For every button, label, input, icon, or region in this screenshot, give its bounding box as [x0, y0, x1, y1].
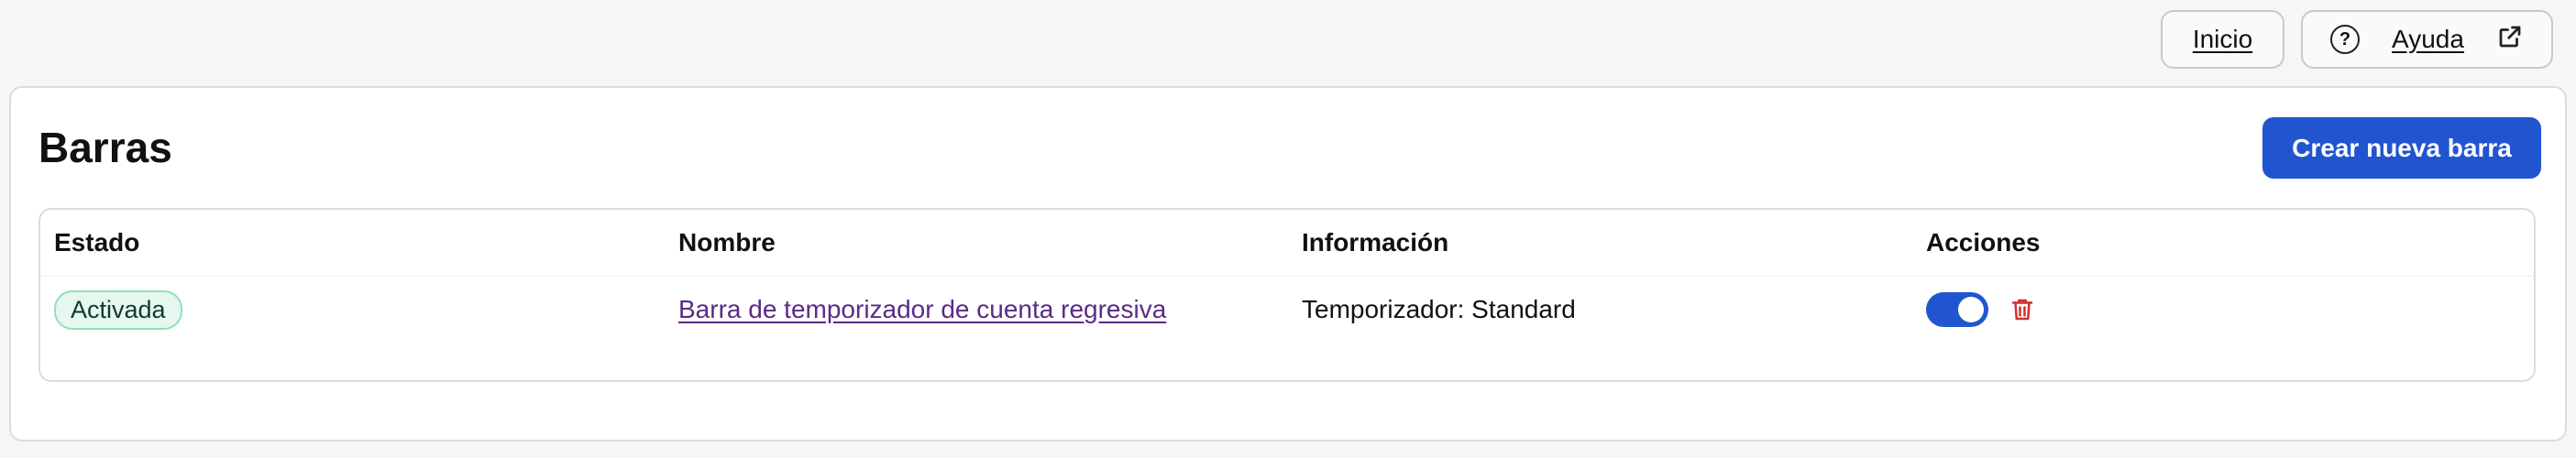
help-button-label: Ayuda — [2392, 25, 2464, 53]
table-header-row: Estado Nombre Información Acciones — [40, 210, 2534, 277]
help-button[interactable]: ? Ayuda — [2301, 10, 2553, 69]
external-link-icon — [2496, 23, 2524, 57]
bars-table: Estado Nombre Información Acciones Activ… — [39, 208, 2536, 382]
delete-trash-icon[interactable] — [2009, 295, 2036, 324]
column-header-name: Nombre — [678, 228, 776, 256]
table-row: Activada Barra de temporizador de cuenta… — [40, 276, 2534, 344]
status-cell: Activada — [54, 276, 182, 344]
toggle-knob — [1958, 297, 1984, 322]
top-nav: Inicio ? Ayuda — [2161, 10, 2553, 69]
home-button[interactable]: Inicio — [2161, 10, 2284, 69]
create-bar-button[interactable]: Crear nueva barra — [2262, 117, 2541, 179]
name-cell: Barra de temporizador de cuenta regresiv… — [678, 276, 1166, 344]
column-header-info: Información — [1302, 228, 1449, 256]
enable-toggle[interactable] — [1926, 292, 1988, 327]
column-header-status: Estado — [54, 228, 140, 256]
column-header-actions: Acciones — [1926, 228, 2041, 256]
home-button-label: Inicio — [2192, 25, 2253, 53]
bar-name-link[interactable]: Barra de temporizador de cuenta regresiv… — [678, 295, 1166, 324]
status-badge: Activada — [54, 289, 182, 330]
info-cell: Temporizador: Standard — [1302, 295, 1576, 323]
page-title: Barras — [39, 124, 172, 171]
actions-cell — [1926, 276, 2036, 344]
question-circle-icon: ? — [2330, 25, 2360, 54]
bars-card: Barras Crear nueva barra Estado Nombre I… — [9, 86, 2567, 442]
